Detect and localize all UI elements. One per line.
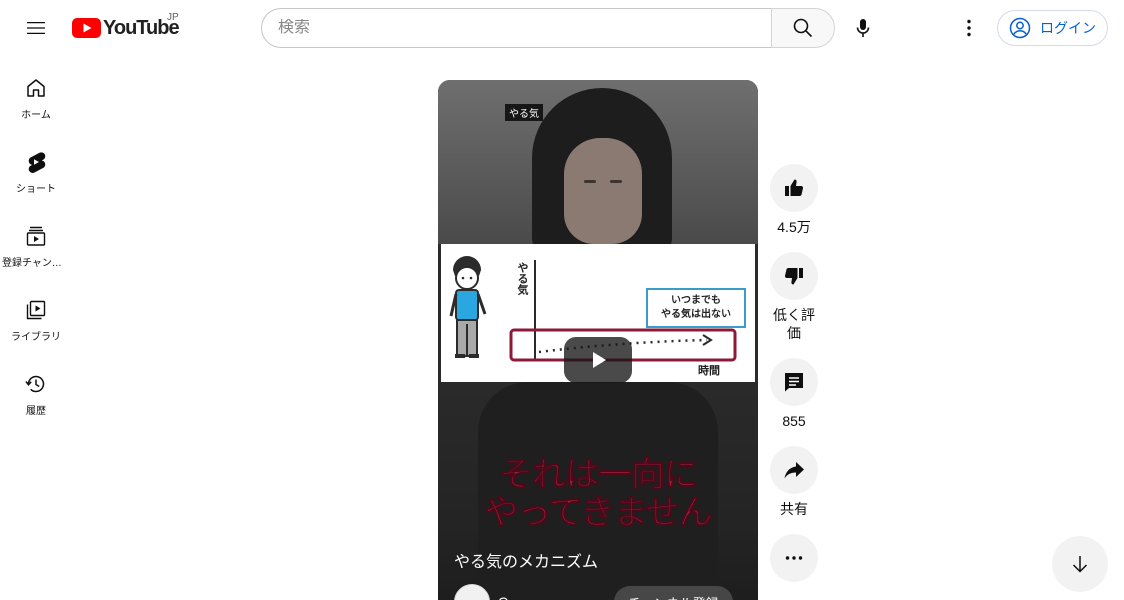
diagram-callout: いつまでも やる気は出ない (646, 288, 746, 328)
settings-menu-button[interactable] (949, 8, 989, 48)
video-eye-shape (584, 180, 596, 183)
comment-count: 855 (782, 413, 806, 429)
dislike-button[interactable] (770, 252, 818, 300)
share-label: 共有 (780, 501, 808, 517)
guide-item-home[interactable]: ホーム (0, 56, 72, 130)
signin-button[interactable]: ログイン (997, 10, 1108, 46)
signin-label: ログイン (1040, 20, 1096, 36)
shorts-player[interactable]: やる気 やる気 いつまでも やる気は出ない 時間 それは一向に やってきません … (438, 80, 758, 600)
guide-item-history[interactable]: 履歴 (0, 352, 72, 426)
comment-icon (785, 373, 803, 392)
thumbs-up-icon (785, 179, 804, 196)
more-action (770, 534, 818, 582)
guide-item-label: 履歴 (26, 406, 46, 417)
youtube-play-logo-icon (72, 18, 101, 38)
guide-item-label: ショート (16, 184, 56, 195)
more-actions-button[interactable] (770, 534, 818, 582)
diagram-callout-line: いつまでも (671, 295, 721, 306)
topic-tag: やる気 (505, 104, 543, 121)
short-title[interactable]: やる気のメカニズム (454, 548, 598, 572)
like-button[interactable] (770, 164, 818, 212)
shorts-actions: 4.5万 低く評価 855 共有 (770, 164, 818, 598)
video-eye-shape (610, 180, 622, 183)
comments-button[interactable] (770, 358, 818, 406)
youtube-logo[interactable]: YouTube (72, 14, 180, 42)
play-button[interactable] (564, 337, 632, 383)
like-action: 4.5万 (770, 164, 818, 236)
search-icon (793, 18, 813, 38)
diagram-x-label: 時間 (698, 365, 720, 377)
more-vertical-icon (967, 19, 971, 37)
like-count: 4.5万 (777, 219, 811, 235)
subscriptions-icon (26, 226, 46, 246)
comments-action: 855 (770, 358, 818, 430)
guide-item-label: 登録チャンネル (2, 258, 70, 269)
dislike-action: 低く評価 (770, 252, 818, 342)
guide-item-library[interactable]: ライブラリ (0, 278, 72, 352)
search-button[interactable] (771, 8, 835, 48)
share-icon (784, 462, 804, 479)
masthead: YouTube JP ログイン (0, 0, 1124, 56)
shorts-icon (28, 152, 46, 173)
guide-item-shorts[interactable]: ショート (0, 130, 72, 204)
account-circle-icon (1009, 17, 1031, 39)
channel-name[interactable]: C (498, 594, 508, 600)
library-icon (26, 300, 46, 320)
thumbs-down-icon (784, 268, 803, 285)
subscribe-button[interactable]: チャンネル登録 (614, 586, 733, 600)
home-icon (27, 79, 45, 97)
caption-line: それは一向に (499, 455, 699, 495)
search-box[interactable] (261, 8, 772, 48)
guide-item-label: ホーム (21, 110, 51, 121)
region-code: JP (167, 12, 179, 23)
history-icon (25, 375, 45, 393)
voice-search-button[interactable] (843, 8, 883, 48)
hamburger-menu-icon (27, 22, 45, 34)
channel-avatar[interactable] (454, 584, 490, 600)
caption-line: やってきません (484, 493, 713, 533)
diagram-callout-line: やる気は出ない (661, 309, 731, 320)
dislike-label: 低く評価 (773, 307, 815, 341)
arrow-down-icon (1072, 556, 1088, 573)
play-icon (593, 352, 606, 368)
mini-guide: ホーム ショート 登録チャンネル ライブラリ 履歴 (0, 56, 72, 426)
search-input[interactable] (278, 19, 756, 37)
guide-menu-button[interactable] (16, 8, 56, 48)
guide-item-subscriptions[interactable]: 登録チャンネル (0, 204, 72, 278)
video-face-shape (564, 138, 642, 244)
share-action: 共有 (770, 446, 818, 518)
microphone-icon (856, 19, 870, 37)
channel-row[interactable]: C (454, 584, 508, 600)
next-short-button[interactable] (1052, 536, 1108, 592)
guide-item-label: ライブラリ (11, 332, 61, 343)
video-caption: それは一向に やってきません (438, 455, 758, 533)
share-button[interactable] (770, 446, 818, 494)
more-horizontal-icon (785, 556, 803, 560)
